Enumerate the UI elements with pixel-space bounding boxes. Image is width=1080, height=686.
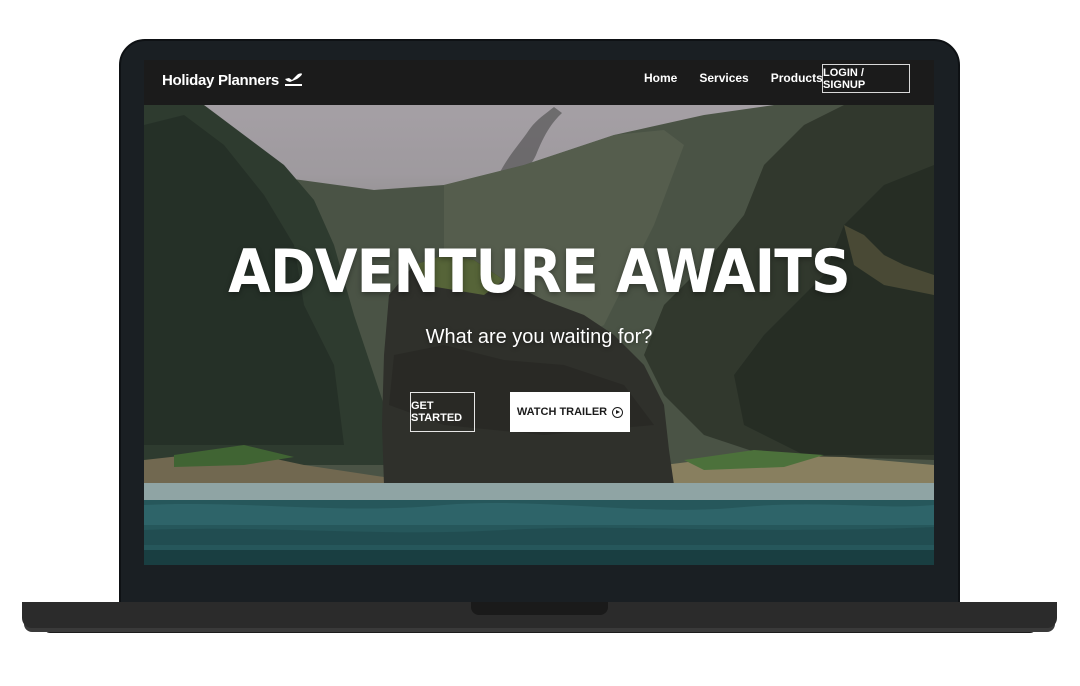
navbar: Holiday Planners Home Services Products … bbox=[144, 60, 934, 105]
get-started-button[interactable]: GET STARTED bbox=[410, 392, 475, 432]
watch-trailer-label: WATCH TRAILER bbox=[516, 406, 608, 418]
play-circle-icon bbox=[612, 406, 624, 418]
hero-headline: ADVENTURE AWAITS bbox=[228, 237, 851, 307]
hero-section: ADVENTURE AWAITS What are you waiting fo… bbox=[144, 105, 934, 565]
nav-link-home[interactable]: Home bbox=[644, 71, 677, 85]
laptop-notch bbox=[471, 602, 608, 615]
get-started-label: GET STARTED bbox=[411, 400, 463, 424]
nav-links: Home Services Products bbox=[644, 71, 845, 85]
login-signup-button[interactable]: LOGIN / SIGNUP bbox=[822, 64, 910, 93]
nav-link-services[interactable]: Services bbox=[699, 71, 748, 85]
watch-trailer-button[interactable]: WATCH TRAILER bbox=[510, 392, 630, 432]
laptop-screen: ADVENTURE AWAITS What are you waiting fo… bbox=[144, 60, 934, 565]
brand-name: Holiday Planners bbox=[162, 71, 279, 89]
hero-subheadline: What are you waiting for? bbox=[425, 326, 653, 348]
airplane-takeoff-icon bbox=[284, 70, 303, 90]
brand-logo[interactable]: Holiday Planners bbox=[162, 70, 303, 90]
nav-link-products[interactable]: Products bbox=[771, 71, 823, 85]
